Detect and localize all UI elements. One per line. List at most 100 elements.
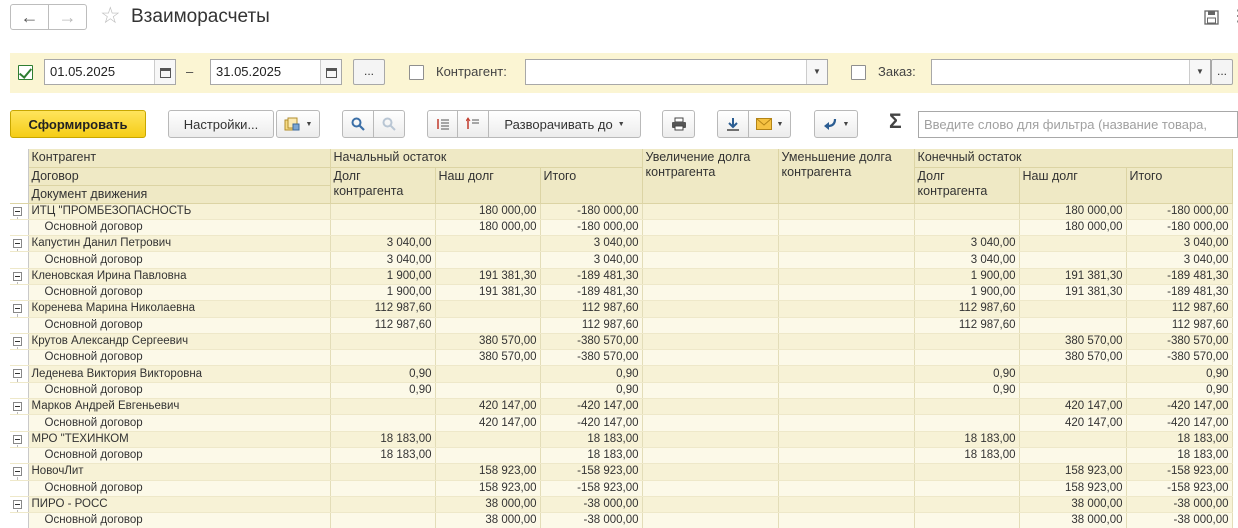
- send-email-button[interactable]: ▼: [748, 110, 791, 138]
- settings-button[interactable]: Настройки...: [168, 110, 274, 138]
- closing-our-debt-cell[interactable]: 158 923,00: [1019, 463, 1127, 481]
- header-closing-total[interactable]: Итого: [1126, 167, 1233, 204]
- save-icon[interactable]: [1204, 10, 1219, 25]
- closing-our-debt-cell[interactable]: 38 000,00: [1019, 512, 1127, 528]
- opening-our-debt-cell[interactable]: [435, 447, 541, 465]
- opening-total-cell[interactable]: 3 040,00: [540, 235, 643, 253]
- debt-decrease-cell[interactable]: [778, 235, 915, 253]
- closing-debt-counterparty-cell[interactable]: 1 900,00: [914, 267, 1020, 285]
- counterparty-name-cell[interactable]: НовочЛит: [28, 463, 331, 481]
- closing-total-cell[interactable]: -158 923,00: [1126, 480, 1233, 497]
- opening-debt-counterparty-cell[interactable]: 18 183,00: [330, 447, 436, 465]
- header-debt-increase[interactable]: Увеличение долга контрагента: [642, 149, 779, 204]
- opening-debt-counterparty-cell[interactable]: 18 183,00: [330, 430, 436, 448]
- closing-our-debt-cell[interactable]: 180 000,00: [1019, 202, 1127, 220]
- debt-decrease-cell[interactable]: [778, 219, 915, 237]
- closing-total-cell[interactable]: 112 987,60: [1126, 317, 1233, 334]
- debt-decrease-cell[interactable]: [778, 414, 915, 432]
- counterparty-row[interactable]: Крутов Александр Сергеевич 380 570,00 -380…: [10, 332, 1233, 351]
- opening-our-debt-cell[interactable]: [435, 251, 541, 269]
- favorite-star-icon[interactable]: ☆: [100, 2, 121, 29]
- closing-our-debt-cell[interactable]: [1019, 317, 1127, 334]
- debt-decrease-cell[interactable]: [778, 317, 915, 334]
- counterparty-row[interactable]: ПИРО - РОСС 38 000,00 -38 000,00 38 000,00-…: [10, 495, 1233, 514]
- contract-row[interactable]: Основной договор 3 040,00 3 040,00 3 040,00…: [10, 251, 1233, 269]
- counterparty-name-cell[interactable]: Леденева Виктория Викторовна: [28, 365, 331, 383]
- opening-total-cell[interactable]: -420 147,00: [540, 414, 643, 432]
- header-debt-decrease[interactable]: Уменьшение долга контрагента: [778, 149, 915, 204]
- closing-total-cell[interactable]: -380 570,00: [1126, 349, 1233, 367]
- opening-our-debt-cell[interactable]: 38 000,00: [435, 512, 541, 528]
- opening-our-debt-cell[interactable]: 420 147,00: [435, 414, 541, 432]
- header-closing-balance[interactable]: Конечный остаток: [914, 149, 1233, 168]
- opening-total-cell[interactable]: -38 000,00: [540, 495, 643, 514]
- closing-our-debt-cell[interactable]: [1019, 365, 1127, 383]
- closing-our-debt-cell[interactable]: [1019, 382, 1127, 400]
- contract-row[interactable]: Основной договор 420 147,00 -420 147,00 420…: [10, 414, 1233, 432]
- closing-debt-counterparty-cell[interactable]: [914, 332, 1020, 351]
- debt-increase-cell[interactable]: [642, 495, 779, 514]
- debt-increase-cell[interactable]: [642, 251, 779, 269]
- more-menu-icon[interactable]: ⋮: [1230, 9, 1238, 25]
- counterparty-name-cell[interactable]: Кленовская Ирина Павловна: [28, 267, 331, 285]
- closing-total-cell[interactable]: -38 000,00: [1126, 512, 1233, 528]
- contract-name-cell[interactable]: Основной договор: [28, 512, 331, 528]
- find-button[interactable]: [342, 110, 374, 138]
- closing-total-cell[interactable]: -189 481,30: [1126, 267, 1233, 285]
- debt-decrease-cell[interactable]: [778, 365, 915, 383]
- closing-debt-counterparty-cell[interactable]: [914, 512, 1020, 528]
- closing-debt-counterparty-cell[interactable]: 112 987,60: [914, 317, 1020, 334]
- opening-debt-counterparty-cell[interactable]: [330, 414, 436, 432]
- opening-total-cell[interactable]: -38 000,00: [540, 512, 643, 528]
- debt-decrease-cell[interactable]: [778, 332, 915, 351]
- back-button[interactable]: ←: [10, 4, 49, 30]
- closing-our-debt-cell[interactable]: 191 381,30: [1019, 267, 1127, 285]
- closing-our-debt-cell[interactable]: [1019, 300, 1127, 318]
- opening-our-debt-cell[interactable]: 380 570,00: [435, 332, 541, 351]
- closing-debt-counterparty-cell[interactable]: [914, 349, 1020, 367]
- contract-row[interactable]: Основной договор 38 000,00 -38 000,00 38 00…: [10, 512, 1233, 528]
- closing-our-debt-cell[interactable]: 180 000,00: [1019, 219, 1127, 237]
- debt-decrease-cell[interactable]: [778, 447, 915, 465]
- closing-total-cell[interactable]: 18 183,00: [1126, 430, 1233, 448]
- collapse-group-icon[interactable]: [13, 369, 22, 379]
- collapse-group-icon[interactable]: [13, 467, 22, 477]
- opening-debt-counterparty-cell[interactable]: [330, 349, 436, 367]
- counterparty-field[interactable]: ▼: [525, 59, 828, 85]
- opening-total-cell[interactable]: 112 987,60: [540, 300, 643, 318]
- closing-our-debt-cell[interactable]: [1019, 251, 1127, 269]
- counterparty-name-cell[interactable]: Коренева Марина Николаевна: [28, 300, 331, 318]
- closing-our-debt-cell[interactable]: [1019, 430, 1127, 448]
- collapse-group-icon[interactable]: [13, 271, 22, 281]
- variants-button[interactable]: ▼: [276, 110, 320, 138]
- header-document[interactable]: Документ движения: [28, 185, 331, 204]
- opening-debt-counterparty-cell[interactable]: [330, 332, 436, 351]
- counterparty-row[interactable]: НовочЛит 158 923,00 -158 923,00 158 923,00-…: [10, 463, 1233, 481]
- debt-increase-cell[interactable]: [642, 512, 779, 528]
- closing-total-cell[interactable]: -420 147,00: [1126, 414, 1233, 432]
- opening-debt-counterparty-cell[interactable]: 0,90: [330, 382, 436, 400]
- debt-increase-cell[interactable]: [642, 332, 779, 351]
- contract-row[interactable]: Основной договор 1 900,00 191 381,30 -189 4…: [10, 284, 1233, 302]
- debt-increase-cell[interactable]: [642, 430, 779, 448]
- debt-decrease-cell[interactable]: [778, 480, 915, 497]
- header-closing-our-debt[interactable]: Наш долг: [1019, 167, 1127, 204]
- debt-decrease-cell[interactable]: [778, 284, 915, 302]
- counterparty-row[interactable]: ИТЦ "ПРОМБЕЗОПАСНОСТЬ 180 000,00 -180 000,…: [10, 202, 1233, 220]
- debt-decrease-cell[interactable]: [778, 495, 915, 514]
- expand-to-button[interactable]: Разворачивать до ▼: [488, 110, 641, 138]
- opening-our-debt-cell[interactable]: 191 381,30: [435, 267, 541, 285]
- closing-total-cell[interactable]: -380 570,00: [1126, 332, 1233, 351]
- contract-row[interactable]: Основной договор 380 570,00 -380 570,00 380…: [10, 349, 1233, 367]
- sum-sigma-icon[interactable]: Σ: [889, 110, 902, 134]
- closing-total-cell[interactable]: 112 987,60: [1126, 300, 1233, 318]
- opening-total-cell[interactable]: 0,90: [540, 382, 643, 400]
- counterparty-row[interactable]: Кленовская Ирина Павловна 1 900,00 191 381…: [10, 267, 1233, 285]
- debt-increase-cell[interactable]: [642, 414, 779, 432]
- contract-name-cell[interactable]: Основной договор: [28, 219, 331, 237]
- closing-debt-counterparty-cell[interactable]: [914, 495, 1020, 514]
- dropdown-arrow-icon[interactable]: ▼: [1189, 60, 1210, 84]
- opening-debt-counterparty-cell[interactable]: 3 040,00: [330, 251, 436, 269]
- counterparty-checkbox[interactable]: [409, 65, 424, 80]
- go-to-button[interactable]: ▼: [814, 110, 858, 138]
